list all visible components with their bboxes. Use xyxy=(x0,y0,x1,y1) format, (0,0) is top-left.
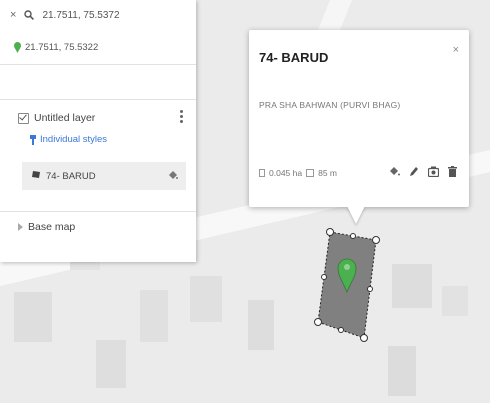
camera-icon[interactable] xyxy=(427,164,440,182)
building-footprint xyxy=(190,276,222,322)
feature-label: 74- BARUD xyxy=(46,170,96,182)
search-icon xyxy=(24,10,35,20)
paint-bucket-icon[interactable] xyxy=(389,164,400,182)
left-panel: × 21.7511, 75.5372 21.7511, 75.5322 Unti… xyxy=(0,0,196,262)
layer-name[interactable]: Untitled layer xyxy=(34,112,95,124)
search-query[interactable]: 21.7511, 75.5372 xyxy=(42,10,119,21)
map-pin-icon xyxy=(14,41,21,53)
paint-bucket-icon[interactable] xyxy=(168,170,178,183)
close-icon[interactable]: × xyxy=(453,44,459,56)
area-value: 0.045 ha xyxy=(269,168,303,178)
road xyxy=(318,0,352,30)
styles-label: Individual styles xyxy=(40,134,108,145)
result-coords: 21.7511, 75.5322 xyxy=(25,41,99,53)
feature-item[interactable]: 74- BARUD xyxy=(22,162,186,190)
base-map-label: Base map xyxy=(28,221,76,233)
delete-icon[interactable] xyxy=(448,164,457,182)
individual-styles-link[interactable]: Individual styles xyxy=(0,134,196,145)
popup-pointer xyxy=(347,206,365,224)
popup-title: 74- BARUD xyxy=(259,50,329,65)
perimeter-value: 85 m xyxy=(318,168,337,178)
edit-icon[interactable] xyxy=(409,164,419,182)
close-icon[interactable]: × xyxy=(10,9,16,21)
more-vert-icon[interactable] xyxy=(180,110,184,123)
building-footprint xyxy=(14,292,52,342)
layer-section: Untitled layer Individual styles 74- BAR… xyxy=(0,100,196,212)
layer-header: Untitled layer xyxy=(0,112,196,124)
checkbox-icon[interactable] xyxy=(18,112,29,124)
base-map-row[interactable]: Base map xyxy=(0,212,196,242)
popup-description: PRA SHA BAHWAN (PURVI BHAG) xyxy=(259,100,401,110)
popup-actions xyxy=(389,164,457,182)
building-footprint xyxy=(140,290,168,342)
popup-measurements: 0.045 ha 85 m xyxy=(259,168,337,178)
expand-arrow-icon[interactable] xyxy=(18,223,23,231)
building-footprint xyxy=(248,300,274,350)
paint-icon xyxy=(30,134,36,145)
building-footprint xyxy=(442,286,468,316)
search-result[interactable]: 21.7511, 75.5322 xyxy=(0,30,196,65)
info-popup: 74- BARUD × PRA SHA BAHWAN (PURVI BHAG) … xyxy=(249,30,469,207)
polygon-icon xyxy=(32,170,41,182)
building-footprint xyxy=(392,264,432,308)
ruler-icon xyxy=(306,169,315,177)
area-icon xyxy=(259,169,265,177)
search-bar: × 21.7511, 75.5372 xyxy=(0,0,196,30)
building-footprint xyxy=(388,346,416,396)
building-footprint xyxy=(96,340,126,388)
panel-spacer xyxy=(0,65,196,100)
